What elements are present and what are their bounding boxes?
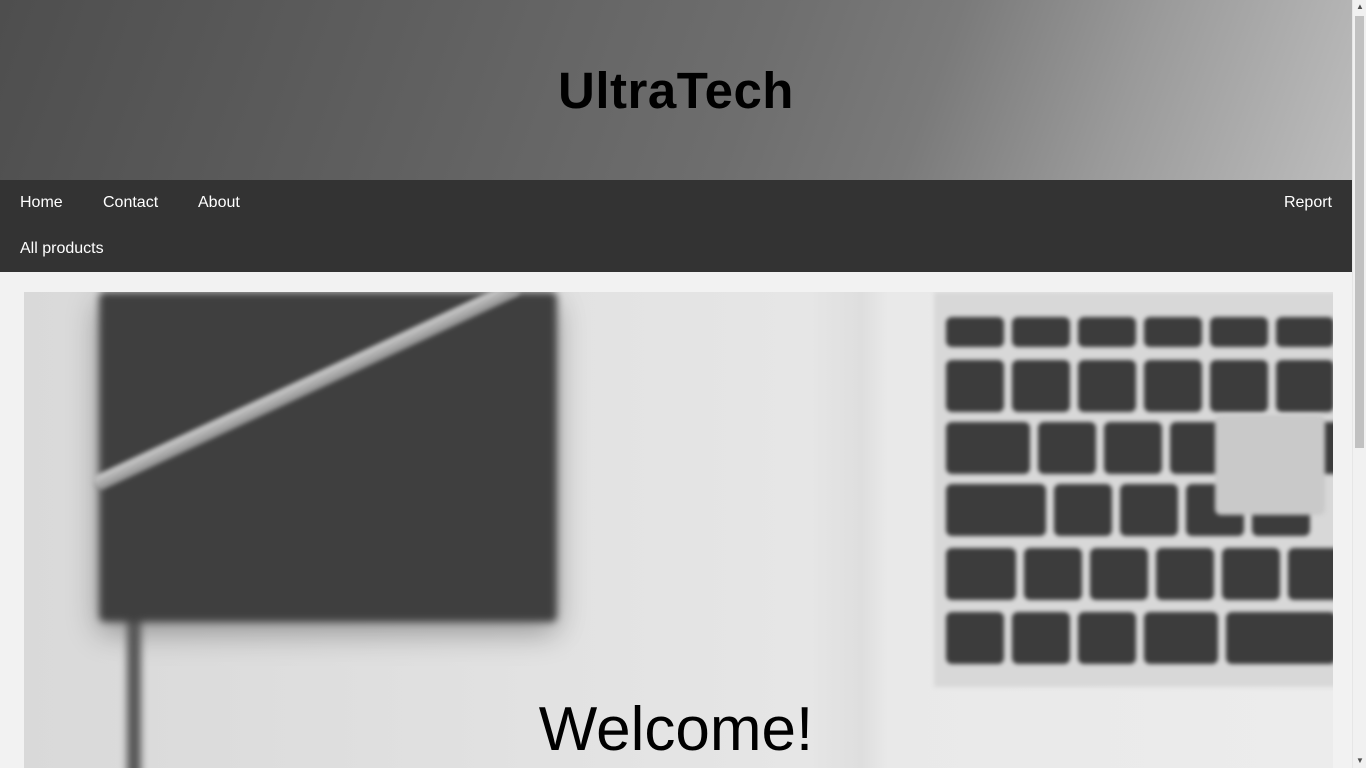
welcome-heading: Welcome!	[538, 695, 814, 764]
hero-trackpad-graphic	[1215, 415, 1325, 515]
nav-link-about[interactable]: About	[198, 194, 240, 212]
vertical-scrollbar[interactable]: ▲ ▼	[1352, 0, 1366, 768]
site-title: UltraTech	[558, 61, 794, 119]
nav-link-contact[interactable]: Contact	[103, 194, 158, 212]
nav-link-home[interactable]: Home	[20, 194, 63, 212]
nav-link-report[interactable]: Report	[1284, 194, 1332, 212]
main-nav: Home Contact About All products Report	[0, 180, 1352, 272]
site-header: UltraTech	[0, 0, 1352, 180]
page: UltraTech Home Contact About All product…	[0, 0, 1352, 768]
scrollbar-thumb[interactable]	[1355, 16, 1364, 448]
nav-link-all-products[interactable]: All products	[20, 240, 104, 258]
scroll-up-arrow-icon[interactable]: ▲	[1353, 0, 1366, 14]
scroll-down-arrow-icon[interactable]: ▼	[1353, 754, 1366, 768]
